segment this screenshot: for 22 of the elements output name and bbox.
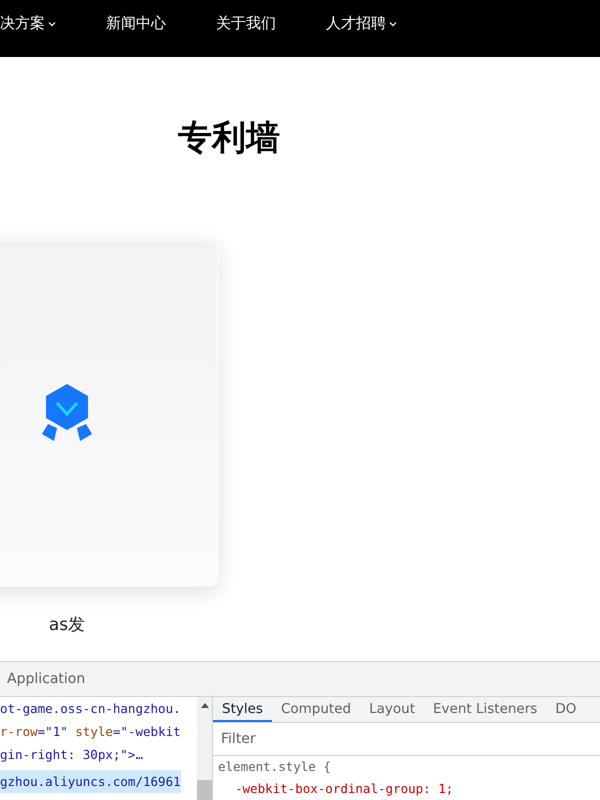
code-line[interactable]: gin-right: 30px;">…	[0, 743, 143, 766]
nav-link[interactable]: 关于我们	[216, 14, 276, 33]
code-line[interactable]: ot-game.oss-cn-hangzhou.	[0, 697, 181, 720]
nav-link[interactable]: 新闻中心	[106, 14, 166, 33]
page-title: 专利墙	[178, 117, 280, 160]
nav-link[interactable]: 决方案	[0, 14, 56, 33]
award-badge-icon	[40, 383, 94, 443]
scrollbar[interactable]	[197, 697, 212, 800]
scroll-up-icon	[200, 703, 208, 708]
scrollbar-thumb[interactable]	[197, 780, 212, 800]
code-line[interactable]: r-row="1" style="-webkit	[0, 720, 181, 743]
styles-pane-tab[interactable]: Styles	[213, 697, 272, 722]
css-selector: element.style {	[217, 758, 332, 776]
styles-pane-tab[interactable]: Layout	[360, 697, 424, 722]
styles-pane-tab[interactable]: Computed	[272, 697, 360, 722]
styles-pane-tab[interactable]: Event Listeners	[424, 697, 546, 722]
patent-card[interactable]	[0, 239, 219, 587]
css-declaration: -webkit-box-ordinal-group: 1;	[234, 780, 454, 798]
card-caption: as发	[48, 614, 86, 636]
nav-link[interactable]: 人才招聘	[326, 14, 397, 33]
styles-pane-tab[interactable]: DO	[546, 697, 586, 722]
panel-tab[interactable]: Application	[7, 671, 86, 687]
